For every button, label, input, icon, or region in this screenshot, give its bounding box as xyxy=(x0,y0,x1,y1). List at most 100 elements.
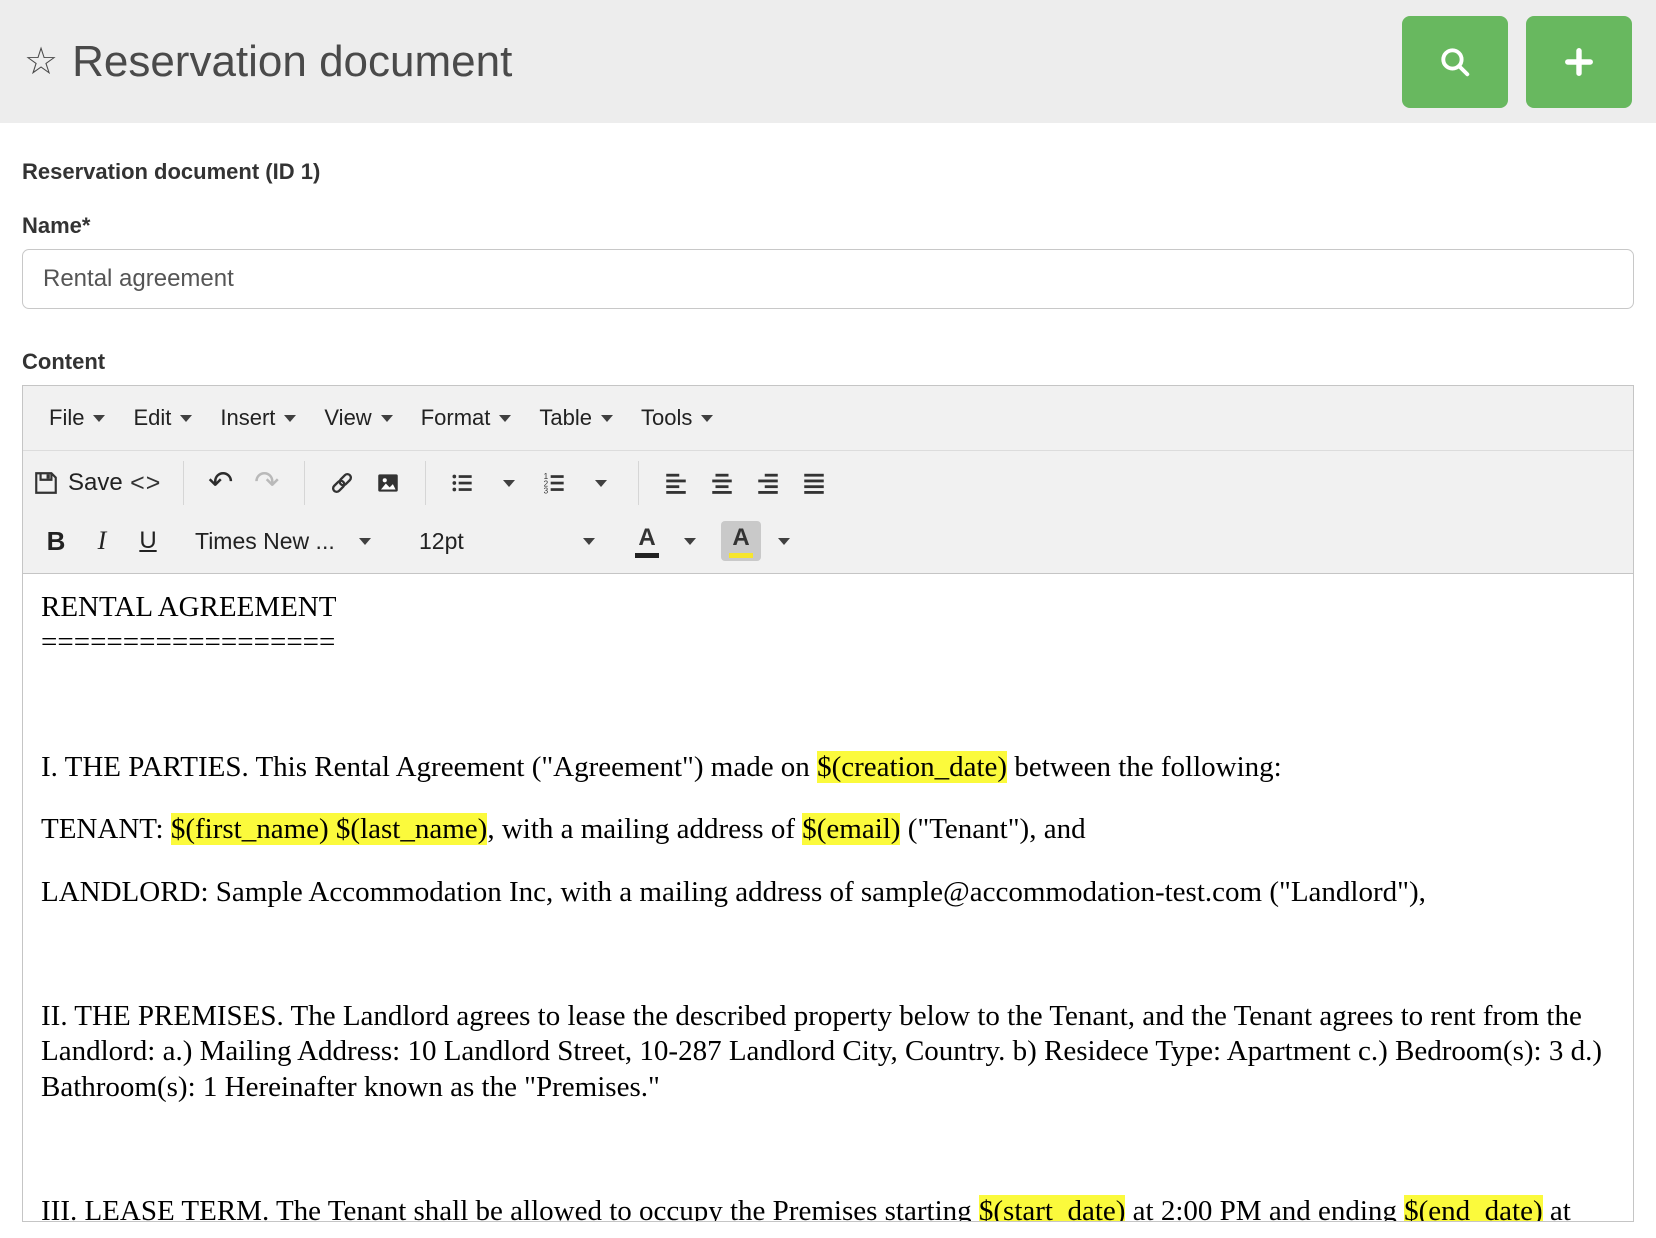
page-title: Reservation document xyxy=(72,37,1402,87)
italic-icon: I xyxy=(98,526,107,556)
chevron-down-icon xyxy=(359,538,371,545)
save-button[interactable]: Save xyxy=(33,459,123,507)
chevron-down-icon xyxy=(601,415,613,422)
undo-button[interactable]: ↶ xyxy=(198,459,244,507)
chevron-down-icon xyxy=(778,538,790,545)
text-color-control: A xyxy=(627,517,713,565)
menu-view[interactable]: View xyxy=(310,399,406,437)
menu-edit-label: Edit xyxy=(133,405,171,431)
chevron-down-icon xyxy=(381,415,393,422)
italic-button[interactable]: I xyxy=(79,517,125,565)
menu-table[interactable]: Table xyxy=(525,399,627,437)
font-size-value: 12pt xyxy=(419,528,464,555)
insert-link-button[interactable] xyxy=(319,459,365,507)
doc-paragraph: RENTAL AGREEMENT ================== xyxy=(41,590,1615,661)
background-color-control: A xyxy=(721,517,807,565)
source-code-button[interactable]: <> xyxy=(123,459,169,507)
rich-text-editor: File Edit Insert View Format Table Tools… xyxy=(22,385,1634,1222)
numbered-list-button[interactable]: 1 2 3 xyxy=(532,459,578,507)
code-icon: <> xyxy=(130,469,161,498)
justify-button[interactable] xyxy=(791,459,837,507)
bullet-list-icon xyxy=(450,470,476,496)
background-color-indicator xyxy=(729,553,753,558)
doc-paragraph: III. LEASE TERM. The Tenant shall be all… xyxy=(41,1194,1615,1221)
doc-text: LANDLORD: Sample Accommodation Inc, with… xyxy=(41,876,1426,908)
underline-icon: U xyxy=(139,527,156,555)
favorite-star-icon[interactable]: ☆ xyxy=(24,43,58,81)
svg-text:3: 3 xyxy=(543,486,548,495)
align-center-icon xyxy=(709,470,735,496)
text-color-menu-button[interactable] xyxy=(667,517,713,565)
align-right-button[interactable] xyxy=(745,459,791,507)
doc-text: , with a mailing address of xyxy=(487,813,802,845)
toolbar-separator xyxy=(425,461,426,505)
doc-text: III. LEASE TERM. The Tenant shall be all… xyxy=(41,1195,979,1221)
content-field-label: Content xyxy=(22,349,1634,375)
editor-content[interactable]: RENTAL AGREEMENT ================== I. TH… xyxy=(23,573,1633,1221)
doc-text: TENANT: xyxy=(41,813,171,845)
chevron-down-icon xyxy=(93,415,105,422)
name-input[interactable] xyxy=(22,249,1634,309)
chevron-down-icon xyxy=(284,415,296,422)
underline-button[interactable]: U xyxy=(125,517,171,565)
text-color-button[interactable]: A xyxy=(627,521,667,560)
menu-format-label: Format xyxy=(421,405,491,431)
doc-text: II. THE PREMISES. The Landlord agrees to… xyxy=(41,1000,1609,1103)
chevron-down-icon xyxy=(180,415,192,422)
background-color-button[interactable]: A xyxy=(721,521,761,560)
numbered-list-icon: 1 2 3 xyxy=(542,470,568,496)
doc-text: I. THE PARTIES. This Rental Agreement ("… xyxy=(41,751,817,783)
add-button[interactable] xyxy=(1526,16,1632,108)
align-left-icon xyxy=(663,470,689,496)
editor-toolbar-row1: Save <> ↶ ↷ xyxy=(23,451,1633,515)
menu-tools-label: Tools xyxy=(641,405,692,431)
bullet-list-menu-button[interactable] xyxy=(486,459,532,507)
menu-file[interactable]: File xyxy=(35,399,119,437)
toolbar-separator xyxy=(304,461,305,505)
doc-text: between the following: xyxy=(1007,751,1282,783)
align-center-button[interactable] xyxy=(699,459,745,507)
menu-tools[interactable]: Tools xyxy=(627,399,727,437)
link-icon xyxy=(328,469,356,497)
insert-image-button[interactable] xyxy=(365,459,411,507)
redo-button[interactable]: ↷ xyxy=(244,459,290,507)
background-color-icon: A xyxy=(732,525,749,550)
template-variable: $(first_name) $(last_name) xyxy=(171,813,487,845)
menu-file-label: File xyxy=(49,405,84,431)
font-family-select[interactable]: Times New ... xyxy=(185,517,381,565)
toolbar-separator xyxy=(183,461,184,505)
doc-text: ("Tenant"), and xyxy=(900,813,1085,845)
doc-paragraph: I. THE PARTIES. This Rental Agreement ("… xyxy=(41,750,1615,785)
required-marker: * xyxy=(82,213,91,238)
background-color-menu-button[interactable] xyxy=(761,517,807,565)
chevron-down-icon xyxy=(583,538,595,545)
numbered-list-menu-button[interactable] xyxy=(578,459,624,507)
template-variable: $(creation_date) xyxy=(817,751,1007,783)
save-label: Save xyxy=(68,469,123,497)
chevron-down-icon xyxy=(684,538,696,545)
font-family-value: Times New ... xyxy=(195,528,335,555)
undo-icon: ↶ xyxy=(208,468,233,498)
doc-paragraph xyxy=(41,1132,1615,1167)
name-field-label: Name* xyxy=(22,213,1634,239)
doc-paragraph: TENANT: $(first_name) $(last_name), with… xyxy=(41,812,1615,847)
menu-view-label: View xyxy=(324,405,371,431)
font-size-select[interactable]: 12pt xyxy=(409,517,605,565)
bold-icon: B xyxy=(47,526,66,557)
header-actions xyxy=(1402,16,1632,108)
menu-edit[interactable]: Edit xyxy=(119,399,206,437)
menu-format[interactable]: Format xyxy=(407,399,526,437)
bullet-list-button[interactable] xyxy=(440,459,486,507)
editor-menubar: File Edit Insert View Format Table Tools xyxy=(23,386,1633,451)
menu-insert[interactable]: Insert xyxy=(206,399,310,437)
align-left-button[interactable] xyxy=(653,459,699,507)
doc-paragraph xyxy=(41,937,1615,972)
justify-icon xyxy=(801,470,827,496)
editor-toolbar-row2: B I U Times New ... 12pt A A xyxy=(23,515,1633,573)
chevron-down-icon xyxy=(595,480,607,487)
search-button[interactable] xyxy=(1402,16,1508,108)
menu-table-label: Table xyxy=(539,405,592,431)
doc-paragraph: II. THE PREMISES. The Landlord agrees to… xyxy=(41,999,1615,1105)
bold-button[interactable]: B xyxy=(33,517,79,565)
chevron-down-icon xyxy=(503,480,515,487)
